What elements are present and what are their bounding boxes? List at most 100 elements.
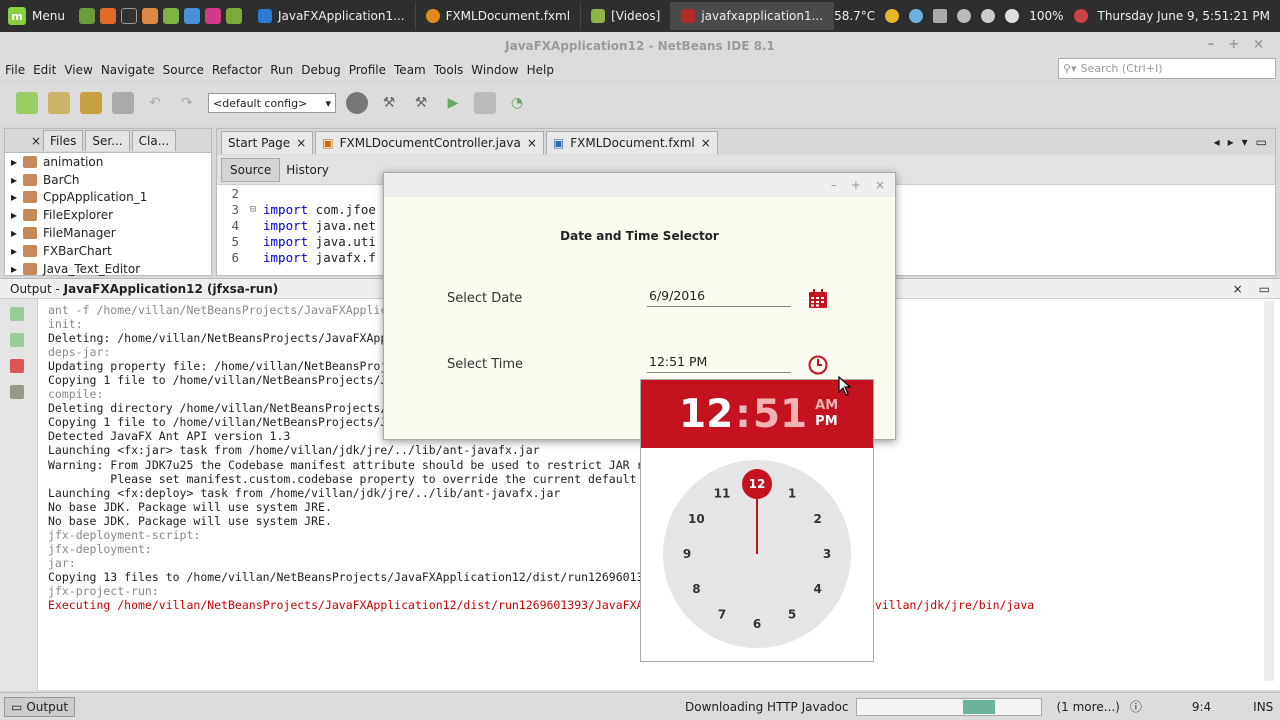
clock-number-12[interactable]: 12 xyxy=(749,477,766,491)
clock-number-9[interactable]: 9 xyxy=(683,547,691,561)
android-icon[interactable] xyxy=(225,8,242,24)
minimize-output-icon[interactable]: ▭ xyxy=(1259,282,1270,296)
terminal-icon[interactable] xyxy=(120,8,137,24)
scroll-left-icon[interactable]: ◂ xyxy=(1214,135,1220,149)
stop-icon[interactable] xyxy=(10,359,24,373)
maximize-icon[interactable]: + xyxy=(1228,37,1239,52)
expand-icon[interactable]: ▸ xyxy=(11,173,17,187)
taskbar-window-3[interactable]: [Videos] xyxy=(581,2,672,30)
desktop-icon[interactable] xyxy=(78,8,95,24)
menu-tools[interactable]: Tools xyxy=(434,63,464,77)
project-item[interactable]: ▸ Java_Text_Editor xyxy=(5,260,211,278)
menu-refactor[interactable]: Refactor xyxy=(212,63,262,77)
project-item[interactable]: ▸ FileExplorer xyxy=(5,206,211,224)
expand-icon[interactable]: ▸ xyxy=(11,226,17,240)
clock-number-8[interactable]: 8 xyxy=(692,582,700,596)
clock-face[interactable]: 121234567891011 xyxy=(641,448,873,660)
folder-icon[interactable] xyxy=(162,8,179,24)
taskbar-window-2[interactable]: FXMLDocument.fxml xyxy=(416,2,582,30)
fold-icon[interactable]: ⊟ xyxy=(243,204,263,215)
battery-level[interactable]: 100% xyxy=(1029,9,1063,23)
settings-icon[interactable] xyxy=(10,385,24,399)
debug-icon[interactable] xyxy=(474,92,496,114)
maximize-editor-icon[interactable]: ▭ xyxy=(1256,135,1267,149)
output-toggle-button[interactable]: ▭ Output xyxy=(4,696,76,717)
undo-icon[interactable]: ↶ xyxy=(144,92,166,114)
clock-number-10[interactable]: 10 xyxy=(688,512,705,526)
build-icon[interactable]: ⚒ xyxy=(378,92,400,114)
start-menu-button[interactable]: m Menu xyxy=(0,0,73,32)
pm-option[interactable]: PM xyxy=(815,414,838,430)
project-item[interactable]: ▸ animation xyxy=(5,153,211,171)
tab-list-icon[interactable]: ▾ xyxy=(1242,135,1248,149)
close-tab-icon[interactable]: × xyxy=(701,136,711,150)
dialog-minimize-icon[interactable]: – xyxy=(831,178,837,192)
expand-icon[interactable]: ▸ xyxy=(11,262,17,276)
close-icon[interactable]: × xyxy=(1253,37,1264,52)
menu-debug[interactable]: Debug xyxy=(301,63,340,77)
am-option[interactable]: AM xyxy=(815,398,838,414)
menu-window[interactable]: Window xyxy=(471,63,518,77)
menu-edit[interactable]: Edit xyxy=(33,63,56,77)
close-tab-icon[interactable]: × xyxy=(296,136,306,150)
clock-number-2[interactable]: 2 xyxy=(813,512,821,526)
search-input[interactable]: ⚲▾ Search (Ctrl+I) xyxy=(1058,58,1276,79)
expand-icon[interactable]: ▸ xyxy=(11,155,17,169)
menu-run[interactable]: Run xyxy=(270,63,293,77)
bluetooth-icon[interactable] xyxy=(957,9,972,23)
tab-fxml[interactable]: ▣ FXMLDocument.fxml × xyxy=(545,130,718,154)
clock-number-4[interactable]: 4 xyxy=(813,582,821,596)
selected-minute[interactable]: 51 xyxy=(753,392,807,437)
project-item[interactable]: ▸ BarCh xyxy=(5,171,211,189)
run-icon[interactable]: ▶ xyxy=(442,92,464,114)
config-select[interactable]: <default config> ▾ xyxy=(208,93,336,113)
expand-icon[interactable]: ▸ xyxy=(11,244,17,258)
more-tasks-link[interactable]: (1 more...) xyxy=(1056,700,1119,714)
clock-datetime[interactable]: Thursday June 9, 5:51:21 PM xyxy=(1098,9,1271,23)
app-icon[interactable] xyxy=(183,8,200,24)
output-scrollbar[interactable] xyxy=(1264,301,1274,681)
clock-number-1[interactable]: 1 xyxy=(788,486,796,500)
clock-icon[interactable] xyxy=(808,355,828,375)
firefox-icon[interactable] xyxy=(99,8,116,24)
project-item[interactable]: ▸ FXBarChart xyxy=(5,242,211,260)
chrome-icon[interactable] xyxy=(141,8,158,24)
clipboard-icon[interactable] xyxy=(933,9,948,23)
open-project-icon[interactable] xyxy=(80,92,102,114)
menu-view[interactable]: View xyxy=(64,63,92,77)
tab-files[interactable]: Files xyxy=(43,130,84,151)
source-tab[interactable]: Source xyxy=(221,157,281,182)
menu-help[interactable]: Help xyxy=(527,63,554,77)
taskbar-window-4[interactable]: javafxapplication1... xyxy=(671,2,835,30)
save-all-icon[interactable] xyxy=(112,92,134,114)
color-icon[interactable] xyxy=(885,9,900,23)
expand-icon[interactable]: ▸ xyxy=(11,208,17,222)
history-tab[interactable]: History xyxy=(286,163,329,177)
selected-hour[interactable]: 12 xyxy=(679,392,733,437)
clock-number-5[interactable]: 5 xyxy=(788,608,796,622)
close-projects-icon[interactable]: × xyxy=(5,134,41,148)
project-item[interactable]: ▸ FileManager xyxy=(5,224,211,242)
tab-classes[interactable]: Cla... xyxy=(131,130,177,151)
calendar-icon[interactable] xyxy=(808,289,828,309)
redo-icon[interactable]: ↷ xyxy=(176,92,198,114)
clock-number-3[interactable]: 3 xyxy=(823,547,831,561)
clean-build-icon[interactable]: ⚒ xyxy=(410,92,432,114)
tab-services[interactable]: Ser... xyxy=(85,130,130,151)
new-project-icon[interactable] xyxy=(48,92,70,114)
network-icon[interactable] xyxy=(909,9,924,23)
close-output-icon[interactable]: × xyxy=(1233,282,1243,296)
menu-navigate[interactable]: Navigate xyxy=(101,63,155,77)
shield-icon[interactable] xyxy=(1073,9,1088,23)
wifi-icon[interactable] xyxy=(981,9,996,23)
taskbar-window-1[interactable]: JavaFXApplication1... xyxy=(248,2,416,30)
dialog-maximize-icon[interactable]: + xyxy=(851,178,861,192)
project-item[interactable]: ▸ CppApplication_1 xyxy=(5,189,211,207)
scroll-right-icon[interactable]: ▸ xyxy=(1228,135,1234,149)
rerun-icon[interactable] xyxy=(10,307,24,321)
tab-controller-java[interactable]: ▣ FXMLDocumentController.java × xyxy=(315,130,544,154)
flickr-icon[interactable] xyxy=(204,8,221,24)
close-tab-icon[interactable]: × xyxy=(527,136,537,150)
notification-icon[interactable]: ⓘ xyxy=(1130,698,1142,715)
menu-profile[interactable]: Profile xyxy=(349,63,386,77)
